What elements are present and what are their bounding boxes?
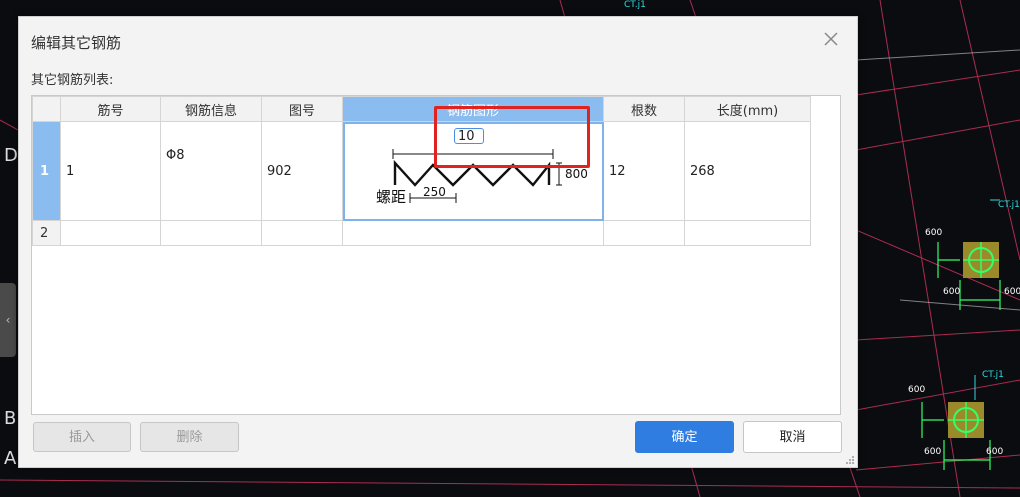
spiral-rebar-shape-diagram: 800 250 螺距 [376,149,588,206]
edit-other-rebar-dialog: 编辑其它钢筋 其它钢筋列表: 筋号 钢筋信息 图号 钢筋图形 根数 长度(mm) [18,16,858,468]
dim-label: 600 [1004,287,1020,297]
cell-bar-no[interactable] [60,220,161,246]
cell-figure-no[interactable]: 902 [261,121,343,221]
delete-button[interactable]: 删除 [140,422,239,452]
shape-input-value: 10 [458,129,475,144]
rebar-grid[interactable]: 筋号 钢筋信息 图号 钢筋图形 根数 长度(mm) 1 1 Φ8 902 800… [31,95,841,415]
collapse-panel-tab[interactable]: ‹ [0,283,16,357]
dim-label: 600 [986,447,1004,457]
dim-label: 600 [908,385,926,395]
cad-tag: CT.j1 [982,370,1004,380]
corner-header[interactable] [32,96,61,122]
table-row[interactable]: 1 1 Φ8 902 800 250 螺距 10 12 268 [32,121,811,221]
cell-count[interactable] [603,220,685,246]
column-header-length[interactable]: 长度(mm) [684,96,811,122]
pitch-label: 螺距 [376,188,406,206]
column-header-count[interactable]: 根数 [603,96,685,122]
chevron-left-icon: ‹ [5,313,11,327]
cell-length[interactable] [684,220,811,246]
axis-label-d: D [4,145,18,166]
cell-rebar-info[interactable]: Φ8 [160,121,262,221]
height-dimension[interactable]: 800 [565,167,588,181]
column-header-bar-no[interactable]: 筋号 [60,96,161,122]
column-header-rebar-info[interactable]: 钢筋信息 [160,96,262,122]
cell-figure-no[interactable] [261,220,343,246]
ok-button[interactable]: 确定 [635,421,734,453]
dim-label: 600 [924,447,942,457]
dialog-title: 编辑其它钢筋 [31,34,122,52]
cell-rebar-info[interactable] [160,220,262,246]
axis-label-b: B [4,408,17,429]
cad-tag: CT.j1 [624,0,646,10]
shape-value-input[interactable]: 10 [454,128,484,144]
rebar-table: 筋号 钢筋信息 图号 钢筋图形 根数 长度(mm) 1 1 Φ8 902 800… [32,96,811,246]
close-icon[interactable] [821,29,841,49]
dim-label: 600 [925,228,943,238]
cancel-button[interactable]: 取消 [743,421,842,453]
axis-label-a: A [4,448,17,469]
rebar-list-label: 其它钢筋列表: [31,73,114,88]
column-header-figure-no[interactable]: 图号 [261,96,343,122]
cell-rebar-shape[interactable] [342,220,604,246]
cell-length[interactable]: 268 [684,121,811,221]
pitch-dimension[interactable]: 250 [423,185,446,199]
table-row[interactable]: 2 [32,220,811,246]
resize-grip-icon[interactable] [845,455,855,465]
dim-label: 600 [943,287,961,297]
cell-bar-no[interactable]: 1 [60,121,161,221]
column-header-rebar-shape[interactable]: 钢筋图形 [342,96,604,122]
cad-tag: CT.j1 [998,200,1020,210]
row-number[interactable]: 2 [32,220,61,246]
cell-rebar-shape[interactable]: 800 250 螺距 10 [342,121,604,221]
cell-count[interactable]: 12 [603,121,685,221]
row-number[interactable]: 1 [32,121,61,221]
insert-button[interactable]: 插入 [33,422,131,452]
